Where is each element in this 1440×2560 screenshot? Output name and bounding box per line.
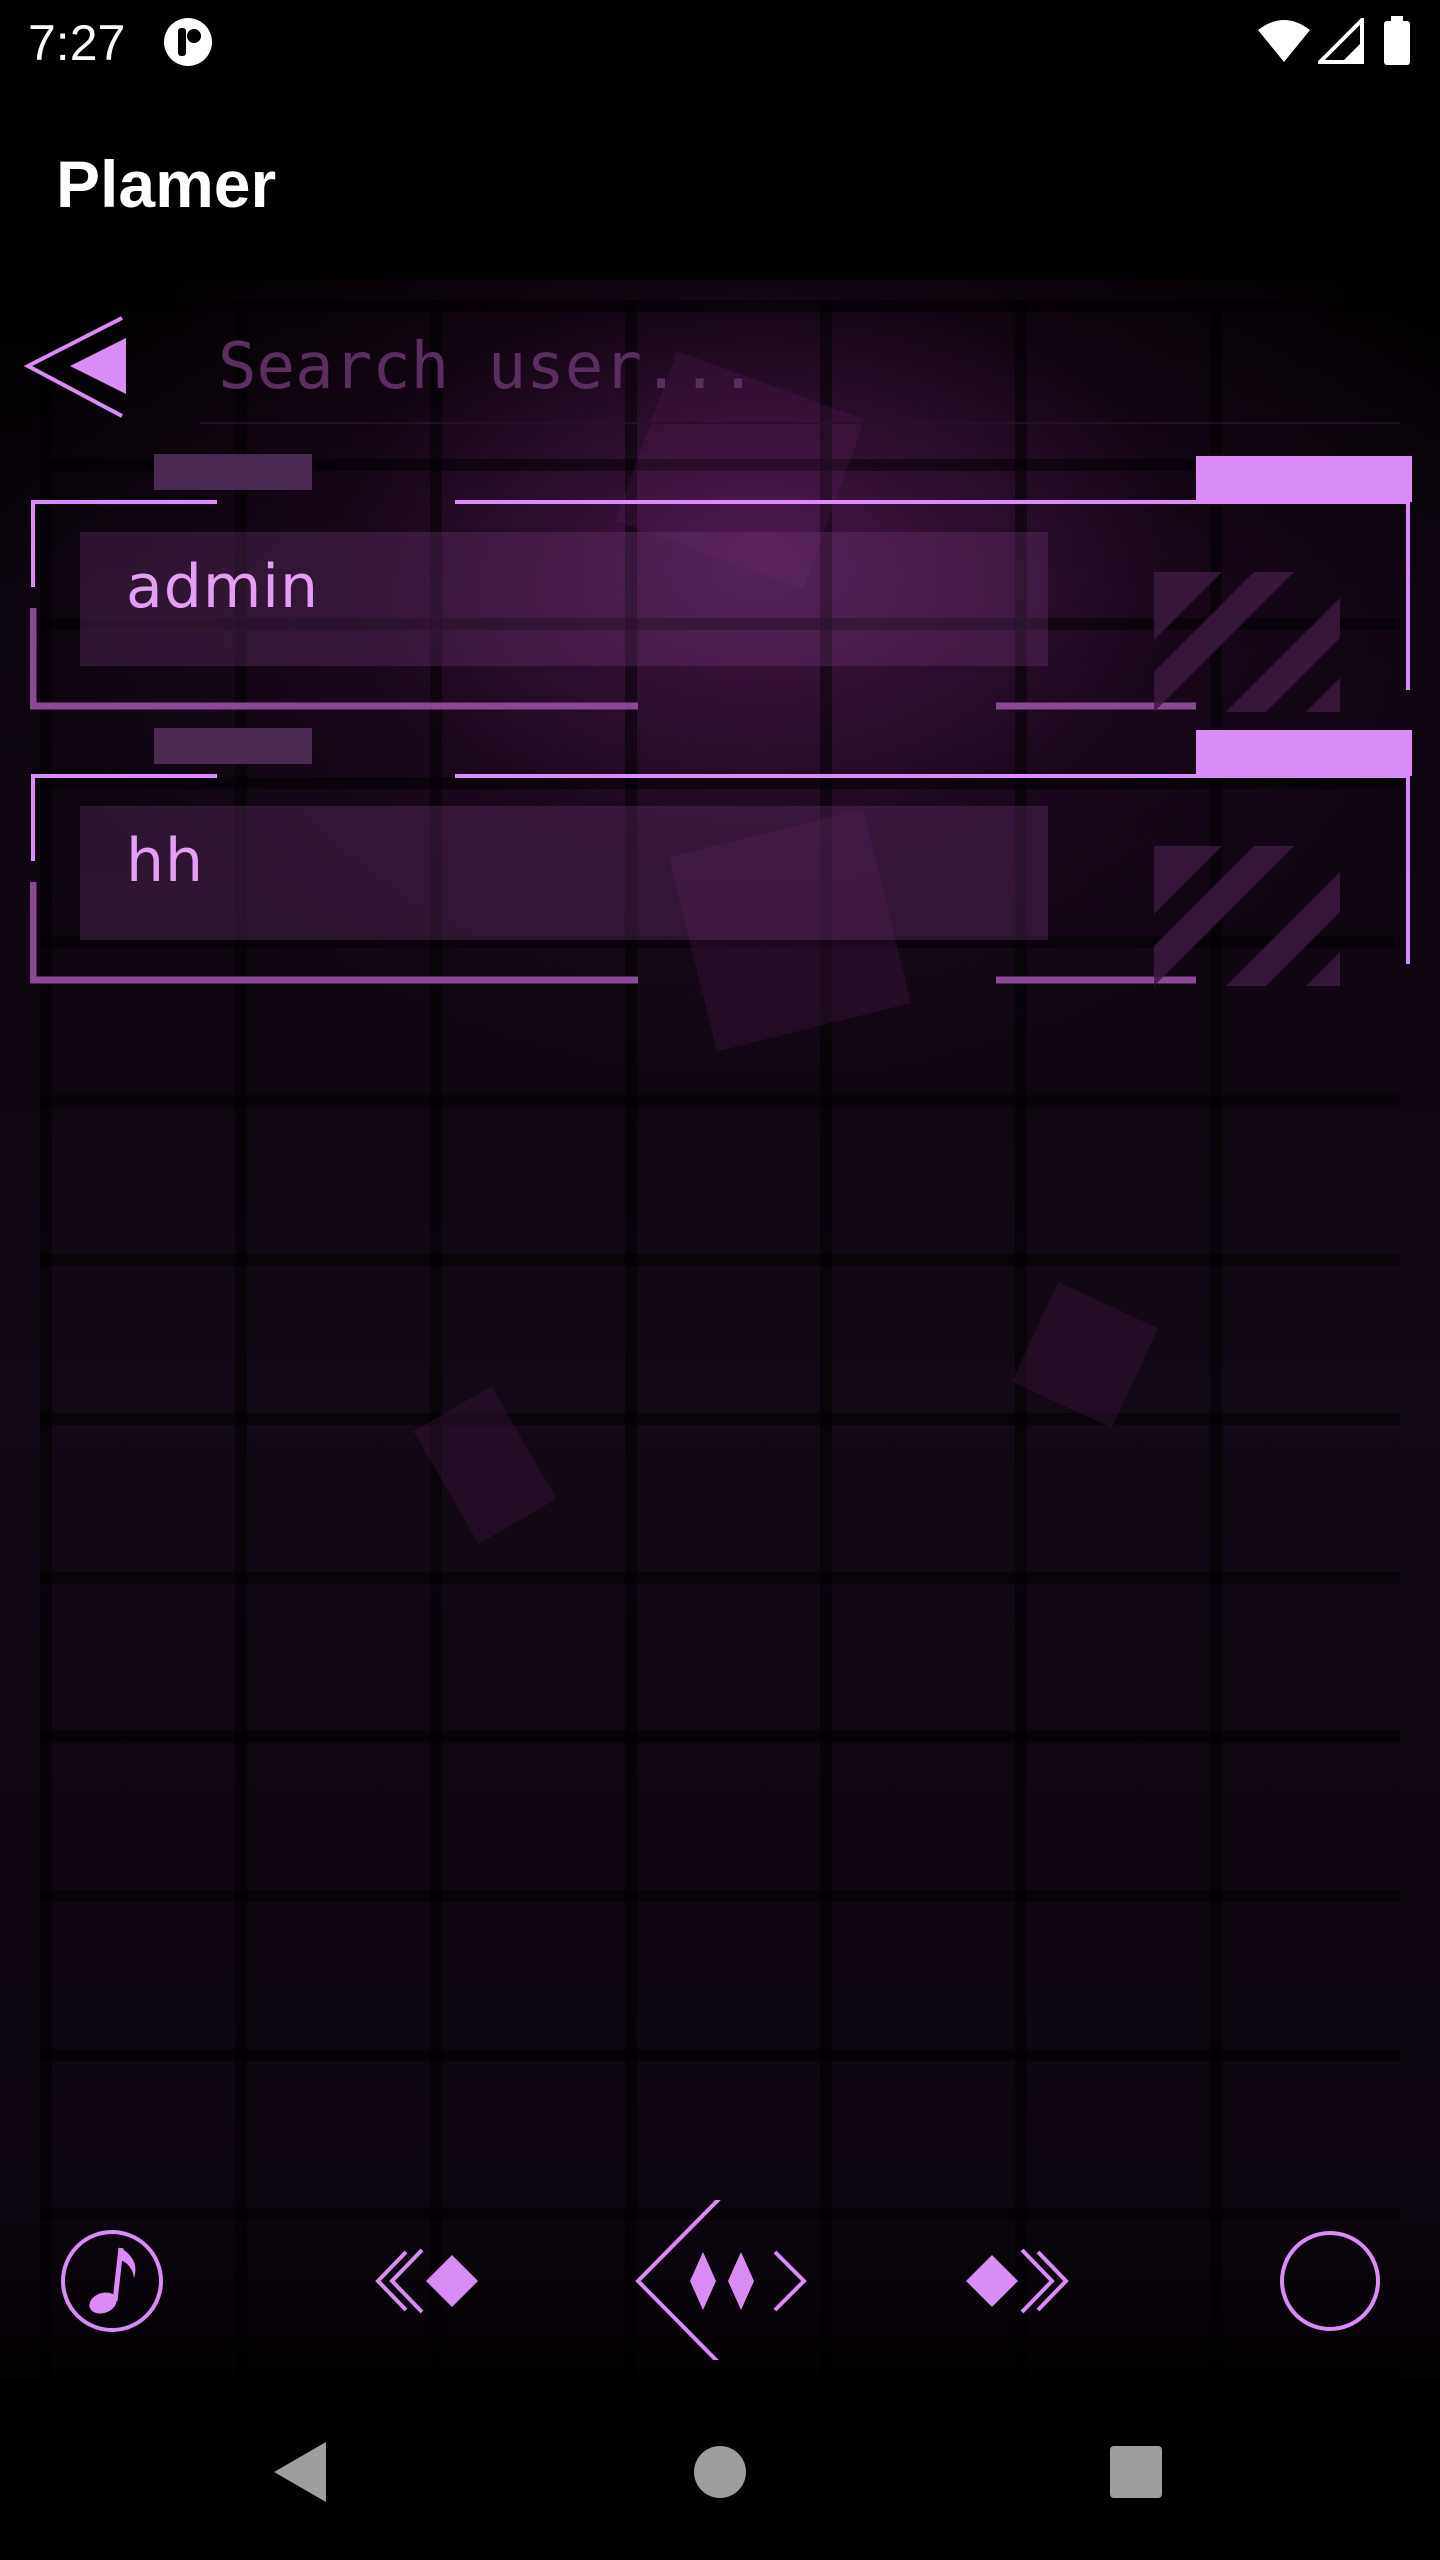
user-name: hh (126, 826, 205, 896)
page-title: Plamer (56, 147, 277, 221)
system-nav-bar (0, 2380, 1440, 2560)
back-arrow-icon[interactable] (22, 314, 134, 422)
app-notification-icon (164, 18, 212, 66)
battery-icon (1384, 16, 1410, 65)
recents-icon[interactable] (1096, 2432, 1176, 2512)
rewind-icon (375, 2248, 478, 2314)
play-pause-button[interactable] (630, 2200, 810, 2360)
user-list-item[interactable]: admin (30, 452, 1412, 722)
music-note-icon (61, 2230, 163, 2332)
search-input[interactable] (200, 312, 1400, 424)
user-name: admin (126, 552, 319, 622)
wifi-icon (1258, 20, 1310, 62)
bottom-nav (0, 2200, 1440, 2360)
status-bar: 7:27 (0, 0, 1440, 84)
fast-forward-icon (966, 2248, 1069, 2314)
play-pause-icon (635, 2200, 807, 2360)
fast-forward-button[interactable] (958, 2200, 1078, 2360)
profile-button[interactable] (1272, 2200, 1392, 2360)
app-bar: Plamer (0, 84, 1440, 280)
music-button[interactable] (50, 2200, 180, 2360)
home-icon[interactable] (680, 2432, 760, 2512)
user-name-field (80, 806, 1048, 940)
user-list-item[interactable]: hh (30, 726, 1412, 996)
rewind-button[interactable] (370, 2200, 490, 2360)
circle-icon (1280, 2231, 1380, 2331)
signal-icon (1318, 18, 1364, 64)
back-icon[interactable] (260, 2432, 340, 2512)
status-time: 7:27 (28, 15, 126, 71)
